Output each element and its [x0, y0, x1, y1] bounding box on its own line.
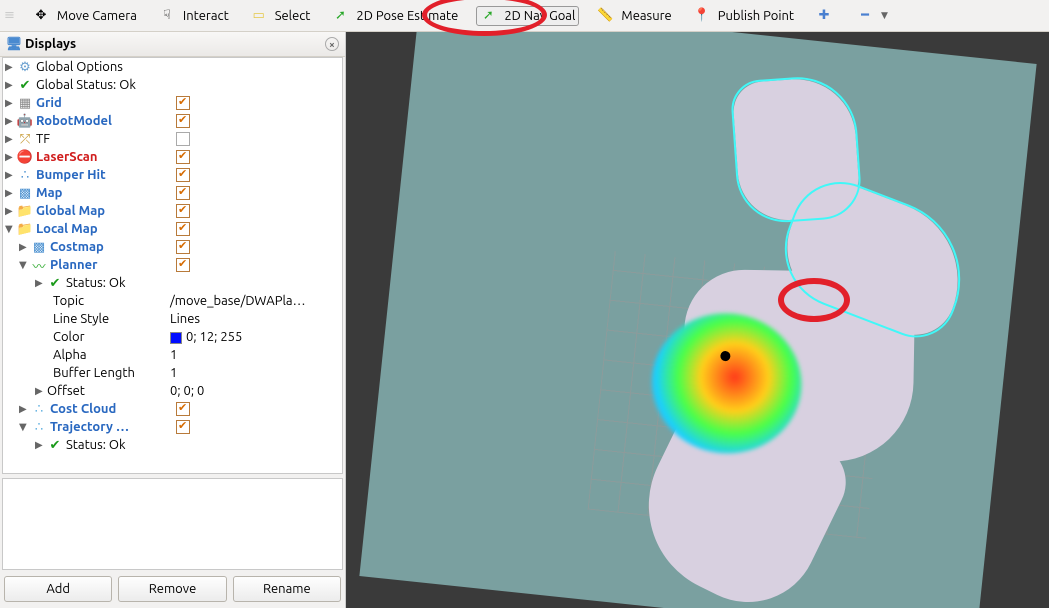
add-button[interactable]: Add — [4, 576, 112, 602]
plus-icon: ✚ — [816, 8, 832, 24]
map-icon: ▩ — [31, 239, 47, 255]
nav-goal-button[interactable]: ➚ 2D Nav Goal — [476, 6, 579, 26]
folder-icon: 📁 — [17, 221, 33, 237]
description-box — [2, 478, 343, 570]
toolbar-grip: ≡ — [4, 8, 15, 23]
tree-prop-buflen[interactable]: Buffer Length1 — [3, 364, 342, 382]
checkbox[interactable] — [176, 402, 190, 416]
monitor-icon: 🖥 — [6, 36, 22, 52]
pin-icon: 📍 — [694, 8, 710, 24]
stop-icon: ⛔ — [17, 149, 33, 165]
check-icon: ✔ — [47, 275, 63, 291]
move-camera-icon: ✥ — [33, 8, 49, 24]
tree-item-costmap[interactable]: ▶▩Costmap — [3, 238, 342, 256]
select-button[interactable]: ▭ Select — [247, 6, 315, 26]
prop-value: Lines — [170, 312, 200, 326]
chevron-down-icon: ▼ — [881, 10, 888, 21]
button-bar: Add Remove Rename — [0, 570, 345, 608]
prop-value: 1 — [170, 366, 177, 380]
tree-item-grid[interactable]: ▶▦Grid — [3, 94, 342, 112]
tree-item-robotmodel[interactable]: ▶🤖RobotModel — [3, 112, 342, 130]
move-camera-button[interactable]: ✥ Move Camera — [29, 6, 141, 26]
toolbar-label: Select — [275, 9, 311, 23]
tree-item-tf[interactable]: ▶⤱TF — [3, 130, 342, 148]
publish-point-button[interactable]: 📍 Publish Point — [690, 6, 798, 26]
tree-item-localmap[interactable]: ▼📁Local Map — [3, 220, 342, 238]
measure-button[interactable]: 📏 Measure — [593, 6, 675, 26]
remove-tool-button[interactable]: ━ ▼ — [853, 6, 892, 26]
displays-panel: 🖥 Displays × ▶⚙Global Options ▶✔Global S… — [0, 32, 346, 608]
tf-icon: ⤱ — [17, 131, 33, 147]
pointcloud-icon: ∴ — [31, 401, 47, 417]
prop-value: 0; 12; 255 — [170, 330, 242, 344]
tree-prop-alpha[interactable]: Alpha1 — [3, 346, 342, 364]
checkbox[interactable] — [176, 114, 190, 128]
interact-icon: ☟ — [159, 8, 175, 24]
tree-item-map[interactable]: ▶▩Map — [3, 184, 342, 202]
tree-prop-color[interactable]: Color0; 12; 255 — [3, 328, 342, 346]
pose-estimate-button[interactable]: ➚ 2D Pose Estimate — [328, 6, 462, 26]
prop-value: 0; 0; 0 — [170, 384, 204, 398]
interact-button[interactable]: ☟ Interact — [155, 6, 233, 26]
checkbox[interactable] — [176, 96, 190, 110]
minus-icon: ━ — [857, 8, 873, 24]
checkbox[interactable] — [176, 258, 190, 272]
toolbar-label: Interact — [183, 9, 229, 23]
pointcloud-icon: ∴ — [17, 167, 33, 183]
gear-icon: ⚙ — [17, 59, 33, 75]
tree-item-trajectory[interactable]: ▼∴Trajectory … — [3, 418, 342, 436]
prop-value: 1 — [170, 348, 177, 362]
tree-prop-topic[interactable]: Topic/move_base/DWAPla… — [3, 292, 342, 310]
prop-value: /move_base/DWAPla… — [170, 294, 306, 308]
displays-header: 🖥 Displays × — [0, 32, 345, 57]
folder-icon: 📁 — [17, 203, 33, 219]
toolbar-label: Move Camera — [57, 9, 137, 23]
add-tool-button[interactable]: ✚ — [812, 6, 839, 26]
close-icon[interactable]: × — [325, 37, 339, 51]
rviz-viewport[interactable] — [346, 32, 1049, 608]
checkbox[interactable] — [176, 132, 190, 146]
toolbar-label: Publish Point — [718, 9, 794, 23]
top-toolbar: ≡ ✥ Move Camera ☟ Interact ▭ Select ➚ 2D… — [0, 0, 1049, 32]
toolbar-label: 2D Nav Goal — [504, 9, 575, 23]
checkbox[interactable] — [176, 420, 190, 434]
grid-icon: ▦ — [17, 95, 33, 111]
checkbox[interactable] — [176, 186, 190, 200]
rename-button[interactable]: Rename — [233, 576, 341, 602]
tree-prop-offset[interactable]: ▶Offset0; 0; 0 — [3, 382, 342, 400]
map-icon: ▩ — [17, 185, 33, 201]
arrow-icon: ➚ — [480, 8, 496, 24]
check-icon: ✔ — [17, 77, 33, 93]
check-icon: ✔ — [47, 437, 63, 453]
select-icon: ▭ — [251, 8, 267, 24]
checkbox[interactable] — [176, 240, 190, 254]
path-icon: 〰 — [31, 257, 47, 273]
arrow-icon: ➚ — [332, 8, 348, 24]
tree-item-costcloud[interactable]: ▶∴Cost Cloud — [3, 400, 342, 418]
checkbox[interactable] — [176, 150, 190, 164]
checkbox[interactable] — [176, 222, 190, 236]
checkbox[interactable] — [176, 168, 190, 182]
tree-prop-linestyle[interactable]: Line StyleLines — [3, 310, 342, 328]
display-tree[interactable]: ▶⚙Global Options ▶✔Global Status: Ok ▶▦G… — [2, 57, 343, 474]
tree-item-global-status[interactable]: ▶✔Global Status: Ok — [3, 76, 342, 94]
panel-title: Displays — [25, 37, 325, 51]
toolbar-label: 2D Pose Estimate — [356, 9, 458, 23]
measure-icon: 📏 — [597, 8, 613, 24]
tree-item-planner-status[interactable]: ▶✔Status: Ok — [3, 274, 342, 292]
tree-item-globalmap[interactable]: ▶📁Global Map — [3, 202, 342, 220]
checkbox[interactable] — [176, 204, 190, 218]
color-swatch — [170, 332, 182, 344]
tree-item-planner[interactable]: ▼〰Planner — [3, 256, 342, 274]
remove-button[interactable]: Remove — [118, 576, 226, 602]
tree-item-traj-status[interactable]: ▶✔Status: Ok — [3, 436, 342, 454]
tree-item-bumperhit[interactable]: ▶∴Bumper Hit — [3, 166, 342, 184]
tree-item-global-options[interactable]: ▶⚙Global Options — [3, 58, 342, 76]
robot-icon: 🤖 — [17, 113, 33, 129]
map-background — [359, 32, 1036, 608]
tree-item-laserscan[interactable]: ▶⛔LaserScan — [3, 148, 342, 166]
pointcloud-icon: ∴ — [31, 419, 47, 435]
toolbar-label: Measure — [621, 9, 671, 23]
